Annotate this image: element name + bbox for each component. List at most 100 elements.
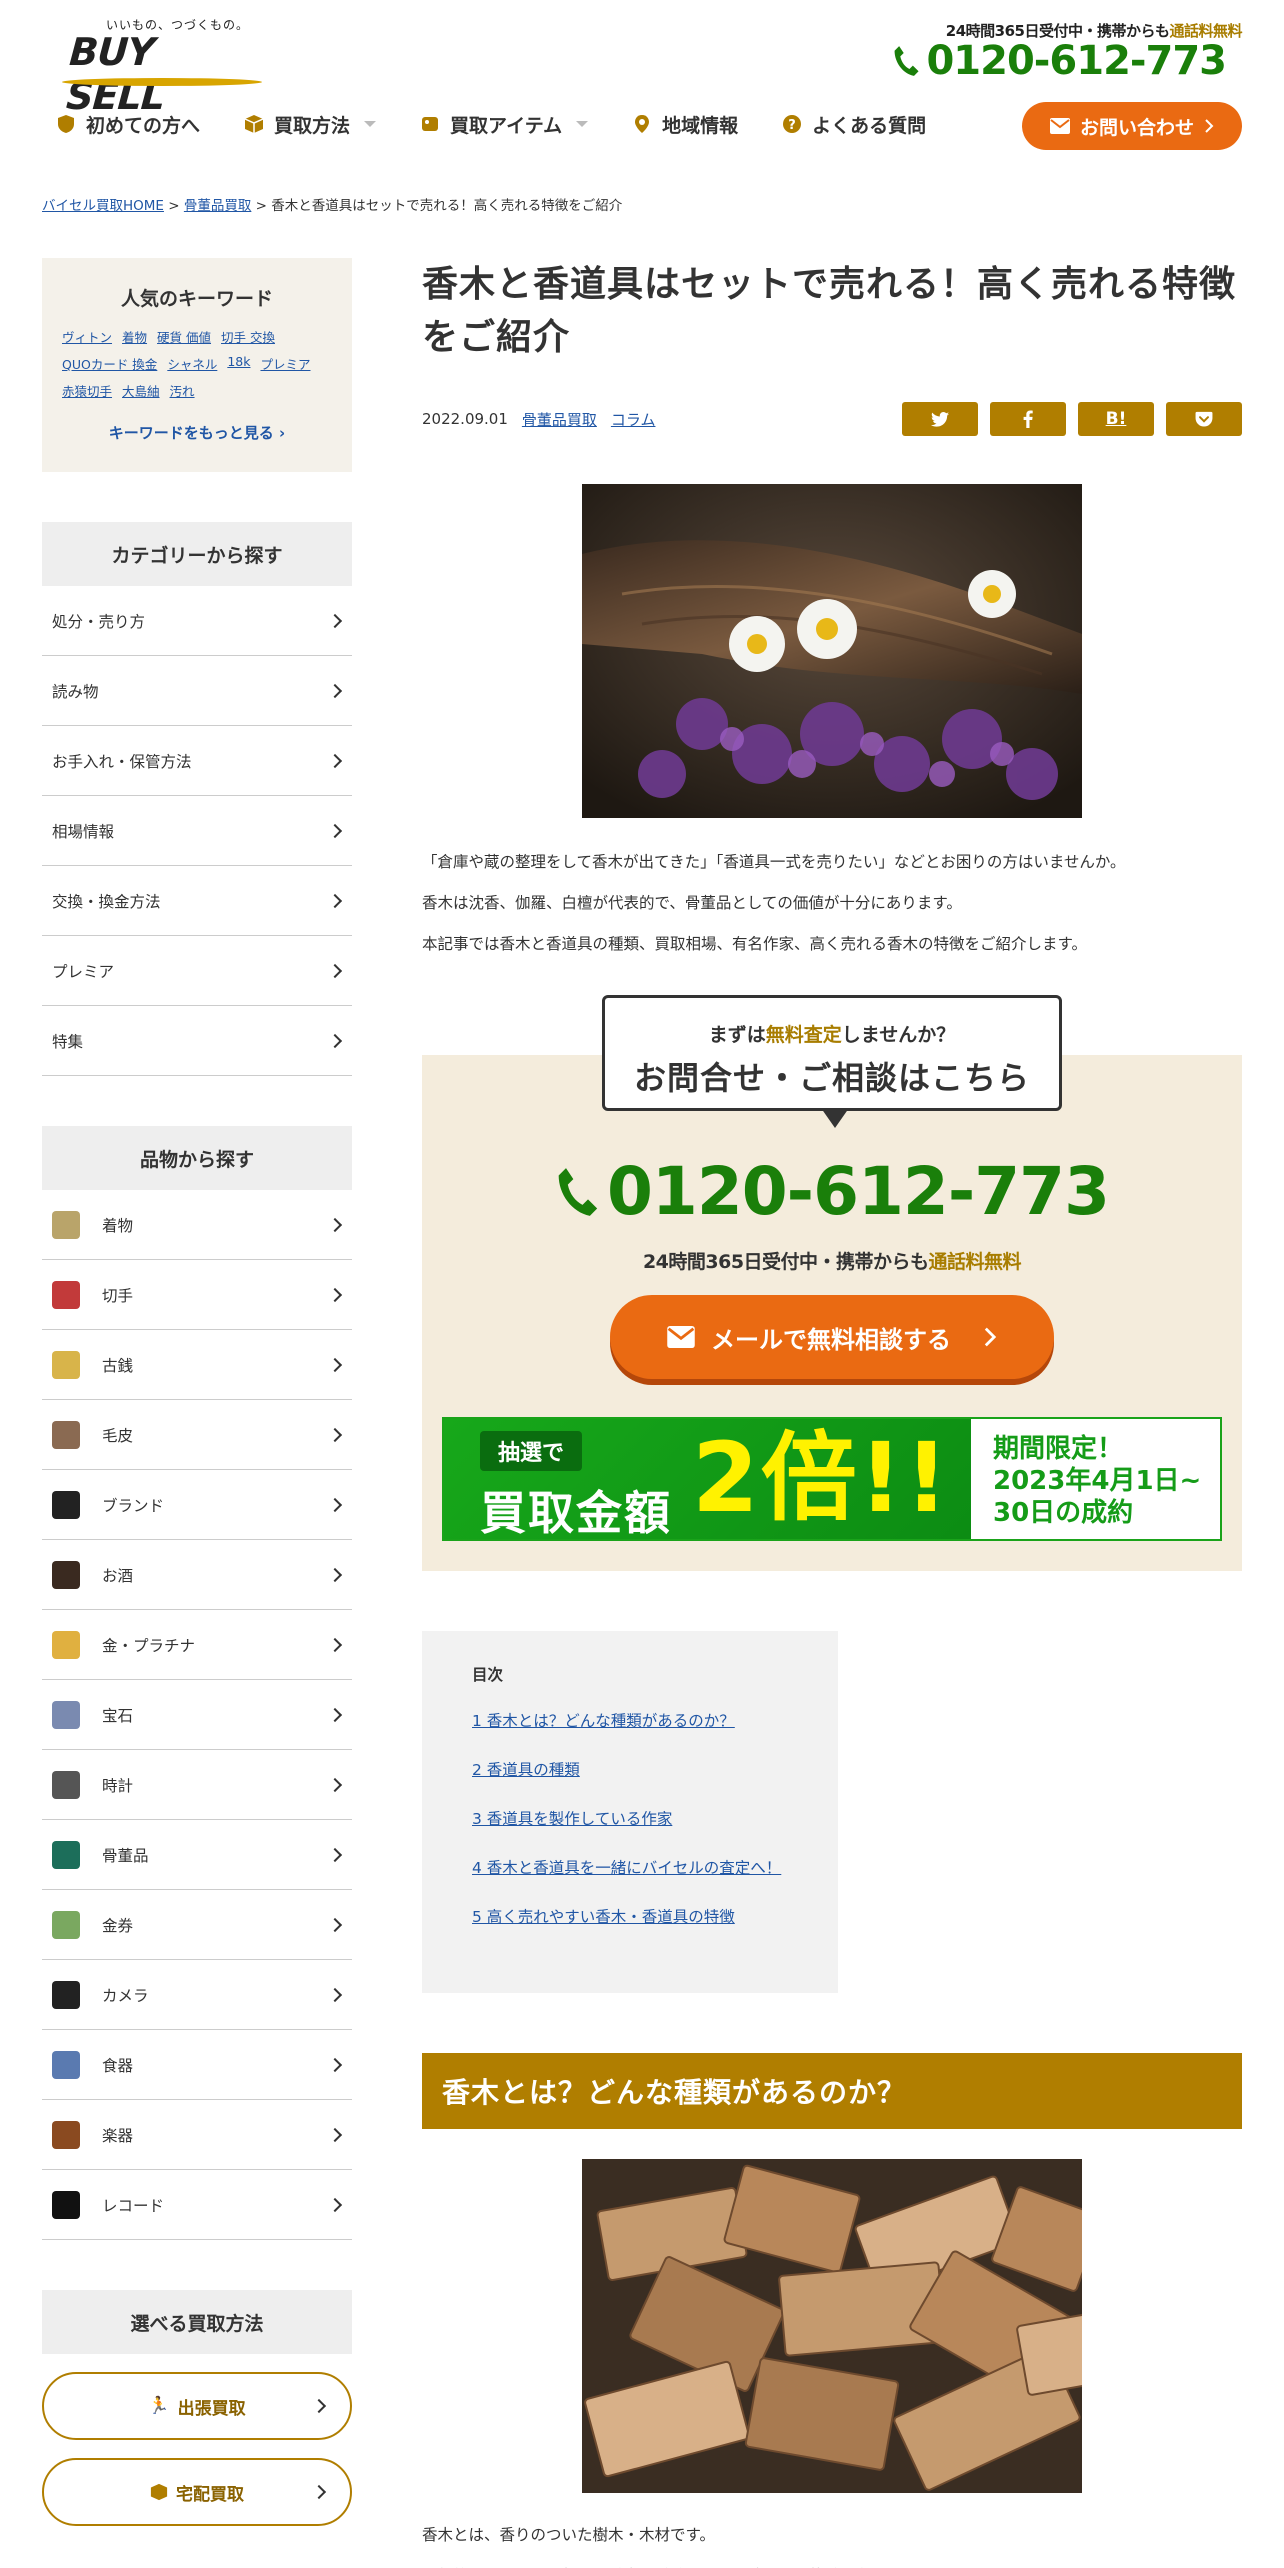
category-item[interactable]: 相場情報 (42, 796, 352, 866)
contact-button[interactable]: お問い合わせ (1022, 102, 1242, 150)
nav-first-time-label: 初めての方へ (86, 114, 201, 137)
item-category-link[interactable]: 毛皮 (42, 1400, 352, 1470)
mail-consult-button[interactable]: メールで無料相談する (610, 1295, 1054, 1379)
item-category-link[interactable]: 楽器 (42, 2100, 352, 2170)
campaign-banner[interactable]: 抽選で 買取金額 2倍!! 期間限定！ 2023年4月1日~ 30日の成約 (442, 1417, 1222, 1541)
item-category-link[interactable]: ブランド (42, 1470, 352, 1540)
cta-phone-number: 0120-612-773 (606, 1153, 1110, 1230)
method-delivery-button[interactable]: 宅配買取 (42, 2458, 352, 2526)
toc-link[interactable]: 2 香道具の種類 (472, 1758, 838, 1780)
method-visit-button[interactable]: 🏃 出張買取 (42, 2372, 352, 2440)
section-text: 香木とは、香りのついた樹木・木材です。 一般的には、細かく削った香木を香炉などで… (422, 2515, 1242, 2568)
chevron-right-icon (327, 2057, 343, 2072)
share-hatena-button[interactable]: B! (1078, 402, 1154, 436)
campaign-lottery: 抽選で (480, 1431, 583, 1471)
cta-phone-link[interactable]: 0120-612-773 (422, 1153, 1242, 1230)
chevron-right-icon (327, 683, 343, 698)
keyword-link[interactable]: シャネル (167, 354, 217, 373)
twitter-icon (931, 411, 949, 427)
more-keywords-link[interactable]: キーワードをもっと見る › (60, 422, 334, 443)
article-meta: 2022.09.01 骨董品買取 コラム B! (422, 402, 1242, 436)
toc-link[interactable]: 3 香道具を製作している作家 (472, 1807, 838, 1829)
keyword-link[interactable]: 大島紬 (122, 381, 160, 400)
item-category-link[interactable]: お酒 (42, 1540, 352, 1610)
item-category-link[interactable]: 食器 (42, 2030, 352, 2100)
item-category-link[interactable]: カメラ (42, 1960, 352, 2030)
tag-icon (422, 117, 439, 131)
nav-purchase-items-label: 買取アイテム (450, 114, 563, 137)
category-item[interactable]: プレミア (42, 936, 352, 1006)
item-thumbnail (52, 1420, 80, 1449)
article-tag[interactable]: コラム (611, 409, 656, 430)
article-tag[interactable]: 骨董品買取 (522, 409, 597, 430)
item-category-link[interactable]: 骨董品 (42, 1820, 352, 1890)
item-category-link[interactable]: 切手 (42, 1260, 352, 1330)
chevron-right-icon (327, 1707, 343, 1722)
category-item[interactable]: 特集 (42, 1006, 352, 1076)
popular-keywords: 人気のキーワード ヴィトン 着物 硬貨 価値 切手 交換 QUOカード 換金 シャネル 18… (42, 258, 352, 472)
item-category-link[interactable]: レコード (42, 2170, 352, 2240)
toc-link[interactable]: 1 香木とは？どんな種類があるのか？ (472, 1709, 838, 1731)
keyword-link[interactable]: 赤猿切手 (62, 381, 112, 400)
chevron-right-icon (327, 1917, 343, 1932)
category-item[interactable]: 読み物 (42, 656, 352, 726)
breadcrumb-home[interactable]: バイセル買取HOME (42, 198, 164, 214)
keyword-link[interactable]: 硬貨 価値 (157, 327, 211, 346)
keyword-link[interactable]: 切手 交換 (221, 327, 275, 346)
items-title: 品物から探す (42, 1126, 352, 1190)
toc-link[interactable]: 4 香木と香道具を一緒にバイセルの査定へ！ (472, 1856, 838, 1878)
nav-first-time[interactable]: 初めての方へ (56, 100, 200, 148)
item-category-link[interactable]: 金・プラチナ (42, 1610, 352, 1680)
item-thumbnail (52, 1910, 80, 1939)
category-label: プレミア (52, 962, 115, 981)
item-thumbnail (52, 1700, 80, 1729)
chevron-right-icon (327, 1287, 343, 1302)
category-item[interactable]: お手入れ・保管方法 (42, 726, 352, 796)
nav-purchase-method-label: 買取方法 (274, 114, 351, 137)
item-label: お酒 (102, 1566, 134, 1585)
share-pocket-button[interactable] (1166, 402, 1242, 436)
category-item[interactable]: 交換・換金方法 (42, 866, 352, 936)
intro-paragraph: 「倉庫や蔵の整理をして香木が出てきた」「香道具一式を売りたい」などとお困りの方は… (422, 853, 1126, 871)
intro-text: 「倉庫や蔵の整理をして香木が出てきた」「香道具一式を売りたい」などとお困りの方は… (422, 842, 1242, 965)
mail-icon (1049, 118, 1070, 134)
chevron-right-icon (327, 613, 343, 628)
chevron-right-icon (327, 1777, 343, 1792)
main-nav: 初めての方へ 買取方法 買取アイテム 地域情報 ? よくある質問 (56, 100, 970, 148)
breadcrumb-separator: > (168, 198, 180, 214)
item-category-link[interactable]: 着物 (42, 1190, 352, 1260)
keyword-link[interactable]: 18k (227, 354, 250, 373)
chevron-down-icon (576, 121, 589, 127)
logo-swoosh (62, 78, 262, 86)
campaign-amount: 買取金額 (480, 1486, 672, 1540)
item-category-link[interactable]: 古銭 (42, 1330, 352, 1400)
item-label: 楽器 (102, 2126, 134, 2145)
item-label: ブランド (102, 1496, 165, 1515)
keyword-link[interactable]: プレミア (260, 354, 310, 373)
keyword-link[interactable]: 汚れ (170, 381, 195, 400)
chevron-right-icon (327, 1987, 343, 2002)
campaign-period-line: 期間限定！ (993, 1434, 1124, 1464)
share-twitter-button[interactable] (902, 402, 978, 436)
keyword-link[interactable]: QUOカード 換金 (62, 354, 157, 373)
site-logo[interactable]: いいもの、つづくもの。 BUY SELL (62, 16, 262, 118)
item-category-link[interactable]: 宝石 (42, 1680, 352, 1750)
nav-faq[interactable]: ? よくある質問 (782, 100, 926, 148)
share-facebook-button[interactable] (990, 402, 1066, 436)
keyword-link[interactable]: 着物 (122, 327, 147, 346)
popular-keywords-title: 人気のキーワード (120, 288, 273, 310)
item-label: 金券 (102, 1916, 134, 1935)
breadcrumb-separator: > (255, 198, 267, 214)
category-item[interactable]: 処分・売り方 (42, 586, 352, 656)
nav-purchase-method[interactable]: 買取方法 (244, 100, 377, 148)
toc-link[interactable]: 5 高く売れやすい香木・香道具の特徴 (472, 1905, 838, 1927)
header-phone-link[interactable]: 0120-612-773 (892, 38, 1227, 84)
keyword-link[interactable]: ヴィトン (62, 327, 112, 346)
category-label: 読み物 (52, 682, 99, 701)
item-category-link[interactable]: 金券 (42, 1890, 352, 1960)
nav-purchase-items[interactable]: 買取アイテム (420, 100, 589, 148)
nav-area-info[interactable]: 地域情報 (632, 100, 738, 148)
item-category-link[interactable]: 時計 (42, 1750, 352, 1820)
map-pin-icon (635, 115, 650, 133)
breadcrumb-category[interactable]: 骨董品買取 (184, 198, 252, 214)
